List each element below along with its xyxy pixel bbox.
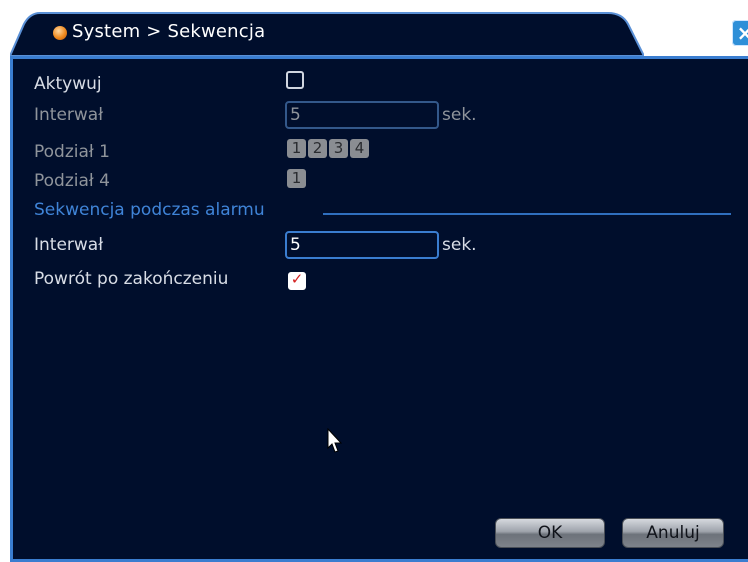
section-divider bbox=[323, 213, 731, 215]
activate-label: Aktywuj bbox=[34, 74, 102, 94]
title-bar: System > Sekwencja × bbox=[10, 10, 748, 56]
split1-channel-1[interactable]: 1 bbox=[287, 139, 306, 158]
alarm-interval-label: Interwał bbox=[34, 235, 104, 255]
mouse-cursor-icon bbox=[327, 428, 343, 453]
interval-input[interactable]: 5 bbox=[285, 101, 439, 129]
cancel-button[interactable]: Anuluj bbox=[622, 518, 724, 548]
check-icon: ✓ bbox=[290, 270, 304, 288]
split4-label: Podział 4 bbox=[34, 171, 110, 191]
split4-channel-1[interactable]: 1 bbox=[287, 169, 306, 188]
interval-label: Interwał bbox=[34, 105, 104, 125]
alarm-interval-input[interactable]: 5 bbox=[285, 231, 439, 259]
alarm-section-title: Sekwencja podczas alarmu bbox=[34, 200, 265, 220]
split1-channel-3[interactable]: 3 bbox=[329, 139, 348, 158]
window-title: System > Sekwencja bbox=[72, 21, 266, 42]
title-tab: System > Sekwencja bbox=[10, 12, 644, 56]
settings-panel bbox=[10, 56, 748, 562]
activate-checkbox[interactable] bbox=[286, 71, 304, 89]
alarm-interval-unit: sek. bbox=[442, 235, 477, 255]
title-orange-circle-icon bbox=[53, 26, 67, 40]
close-icon[interactable]: × bbox=[732, 20, 748, 46]
ok-button[interactable]: OK bbox=[495, 518, 605, 548]
sequence-window: System > Sekwencja × Aktywuj Interwał 5 … bbox=[10, 10, 748, 562]
split1-channel-2[interactable]: 2 bbox=[308, 139, 327, 158]
return-after-label: Powrót po zakończeniu bbox=[34, 269, 229, 289]
split1-label: Podział 1 bbox=[34, 142, 110, 162]
return-after-checkbox[interactable]: ✓ bbox=[288, 270, 306, 290]
interval-unit: sek. bbox=[442, 105, 477, 125]
split1-channel-4[interactable]: 4 bbox=[350, 139, 369, 158]
